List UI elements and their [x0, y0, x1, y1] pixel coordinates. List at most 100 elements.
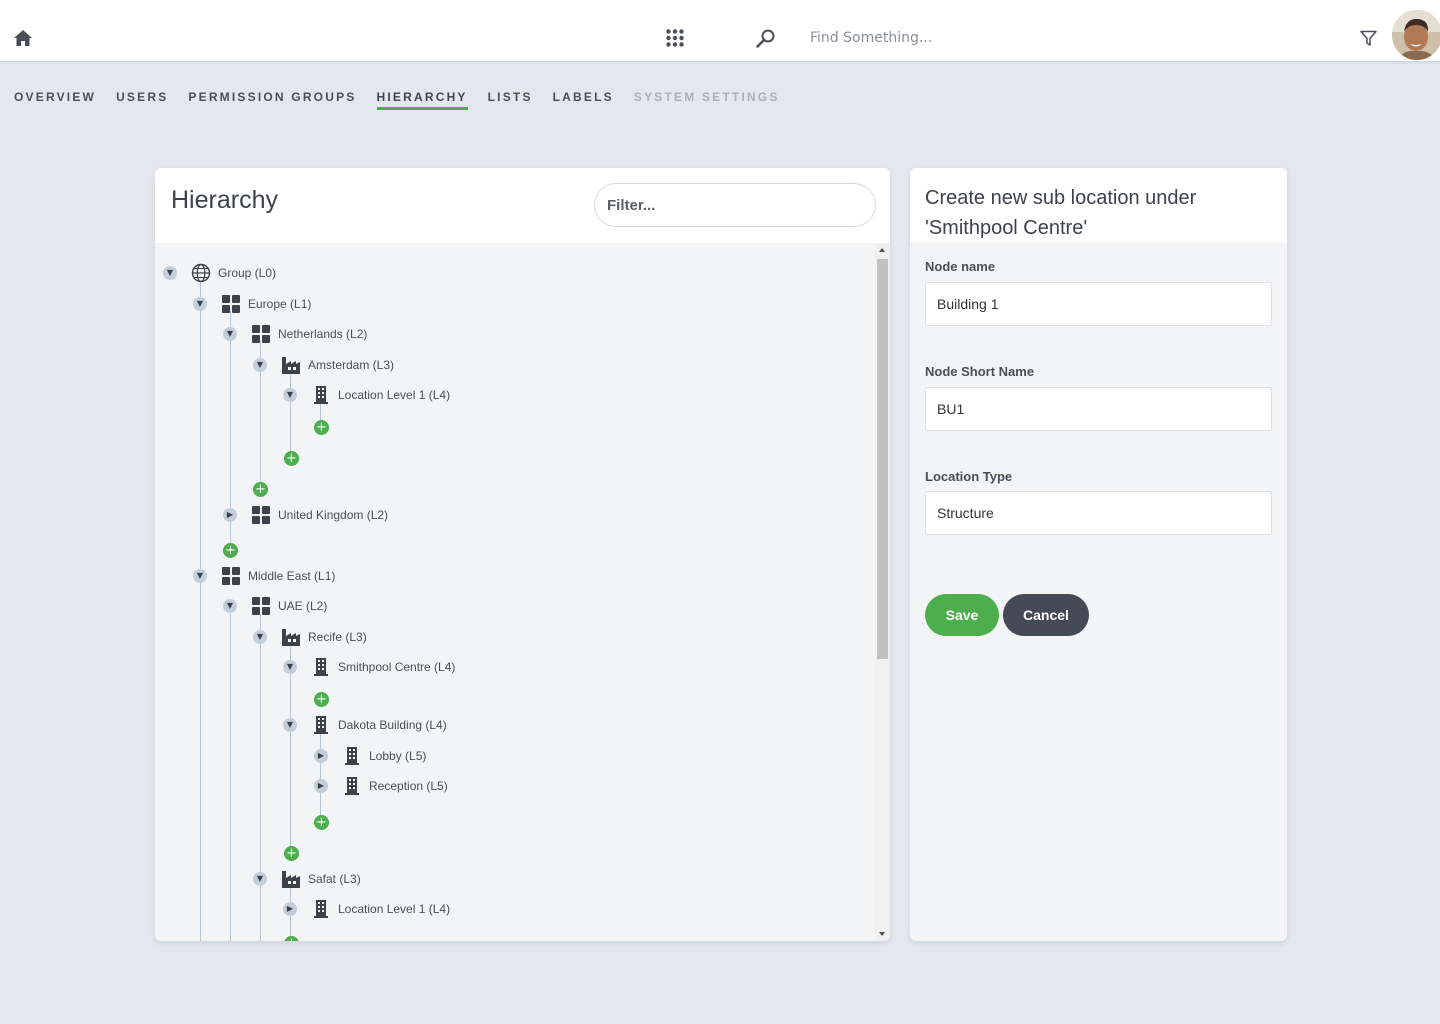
- building-icon: [311, 715, 331, 735]
- add-child-button[interactable]: +: [284, 451, 299, 466]
- tree-node-europe[interactable]: ▼ Europe (L1): [193, 293, 311, 315]
- grid-icon: [251, 505, 271, 525]
- tree-node-label[interactable]: Recife (L3): [308, 630, 367, 644]
- factory-icon: [281, 355, 301, 375]
- collapse-toggle-icon[interactable]: ▼: [253, 872, 267, 886]
- factory-icon: [281, 627, 301, 647]
- tree-node-middle-east[interactable]: ▼ Middle East (L1): [193, 565, 335, 587]
- building-icon: [311, 385, 331, 405]
- collapse-toggle-icon[interactable]: ▼: [223, 599, 237, 613]
- tree-node-dakota-building[interactable]: ▼ Dakota Building (L4): [283, 714, 447, 736]
- nav-tab-overview[interactable]: OVERVIEW: [14, 90, 96, 110]
- collapse-toggle-icon[interactable]: ▼: [283, 660, 297, 674]
- tree-node-label[interactable]: Safat (L3): [308, 872, 361, 886]
- add-child-button[interactable]: +: [284, 846, 299, 861]
- tree-node-label[interactable]: Location Level 1 (L4): [338, 388, 450, 402]
- search-icon[interactable]: [755, 28, 776, 49]
- grid-icon: [251, 596, 271, 616]
- collapse-toggle-icon[interactable]: ▼: [193, 297, 207, 311]
- nav-tab-hierarchy[interactable]: HIERARCHY: [376, 90, 468, 110]
- tree-connector-line: [260, 614, 261, 941]
- scrollbar-thumb[interactable]: [877, 259, 888, 659]
- nav-tab-permission-groups[interactable]: PERMISSION GROUPS: [188, 90, 356, 110]
- apps-grid-icon[interactable]: [666, 29, 684, 47]
- collapse-toggle-icon[interactable]: ▼: [253, 358, 267, 372]
- location-type-field[interactable]: [925, 491, 1272, 535]
- collapse-toggle-icon[interactable]: ▼: [163, 266, 177, 280]
- tree-node-location-level-1[interactable]: ▼ Location Level 1 (L4): [283, 384, 450, 406]
- building-icon: [342, 746, 362, 766]
- grid-icon: [221, 566, 241, 586]
- add-child-button[interactable]: +: [314, 815, 329, 830]
- grid-icon: [221, 294, 241, 314]
- building-icon: [311, 899, 331, 919]
- search-input[interactable]: [810, 26, 1110, 50]
- tree-connector-line: [230, 614, 231, 941]
- expand-toggle-icon[interactable]: ▶: [314, 779, 328, 793]
- top-bar: [0, 0, 1440, 61]
- tree-node-recife[interactable]: ▼ Recife (L3): [253, 626, 367, 648]
- nav-tab-system-settings: SYSTEM SETTINGS: [633, 90, 780, 104]
- grid-icon: [251, 324, 271, 344]
- expand-toggle-icon[interactable]: ▶: [314, 749, 328, 763]
- tree-node-label[interactable]: Middle East (L1): [248, 569, 335, 583]
- hierarchy-tree: ▼ Group (L0) ▼ Europe (L1) ▼ Netherlands…: [155, 243, 890, 941]
- create-location-panel: Create new sub location under 'Smithpool…: [910, 168, 1287, 941]
- main-nav: OVERVIEW USERS PERMISSION GROUPS HIERARC…: [14, 90, 800, 110]
- hierarchy-title: Hierarchy: [171, 186, 278, 214]
- tree-node-label[interactable]: Lobby (L5): [369, 749, 426, 763]
- add-child-button[interactable]: +: [223, 543, 238, 558]
- tree-node-united-kingdom[interactable]: ▶ United Kingdom (L2): [223, 504, 388, 526]
- node-short-name-label: Node Short Name: [925, 364, 1035, 379]
- tree-node-reception[interactable]: ▶ Reception (L5): [314, 775, 448, 797]
- tree-node-amsterdam[interactable]: ▼ Amsterdam (L3): [253, 354, 394, 376]
- tree-node-lobby[interactable]: ▶ Lobby (L5): [314, 745, 426, 767]
- avatar[interactable]: [1392, 10, 1440, 60]
- expand-toggle-icon[interactable]: ▶: [223, 508, 237, 522]
- node-name-field[interactable]: [925, 282, 1272, 326]
- filter-icon[interactable]: [1360, 30, 1377, 47]
- nav-tab-users[interactable]: USERS: [116, 90, 168, 110]
- add-child-button[interactable]: +: [314, 692, 329, 707]
- tree-node-label[interactable]: Location Level 1 (L4): [338, 902, 450, 916]
- building-icon: [311, 657, 331, 677]
- factory-icon: [281, 869, 301, 889]
- add-child-button[interactable]: +: [314, 420, 329, 435]
- tree-node-label[interactable]: UAE (L2): [278, 599, 327, 613]
- tree-node-label[interactable]: Dakota Building (L4): [338, 718, 447, 732]
- add-child-button[interactable]: +: [284, 936, 299, 941]
- tree-node-uae[interactable]: ▼ UAE (L2): [223, 595, 327, 617]
- nav-tab-labels[interactable]: LABELS: [553, 90, 614, 110]
- collapse-toggle-icon[interactable]: ▼: [223, 327, 237, 341]
- cancel-button[interactable]: Cancel: [1003, 594, 1089, 636]
- tree-scrollbar[interactable]: [875, 243, 890, 941]
- tree-node-label[interactable]: Group (L0): [218, 266, 276, 280]
- tree-node-netherlands[interactable]: ▼ Netherlands (L2): [223, 323, 367, 345]
- panel-title: Create new sub location under 'Smithpool…: [925, 187, 1197, 239]
- tree-node-label[interactable]: Netherlands (L2): [278, 327, 367, 341]
- collapse-toggle-icon[interactable]: ▼: [283, 388, 297, 402]
- collapse-toggle-icon[interactable]: ▼: [253, 630, 267, 644]
- tree-node-label[interactable]: Amsterdam (L3): [308, 358, 394, 372]
- tree-node-safat[interactable]: ▼ Safat (L3): [253, 868, 361, 890]
- add-child-button[interactable]: +: [253, 482, 268, 497]
- tree-node-label[interactable]: Reception (L5): [369, 779, 448, 793]
- scroll-up-arrow-icon[interactable]: [879, 248, 885, 252]
- save-button[interactable]: Save: [925, 594, 999, 636]
- tree-node-label[interactable]: Smithpool Centre (L4): [338, 660, 455, 674]
- nav-tab-lists[interactable]: LISTS: [488, 90, 533, 110]
- tree-node-label[interactable]: Europe (L1): [248, 297, 311, 311]
- tree-node-label[interactable]: United Kingdom (L2): [278, 508, 388, 522]
- location-type-label: Location Type: [925, 469, 1013, 484]
- node-short-name-field[interactable]: [925, 387, 1272, 431]
- home-icon[interactable]: [13, 28, 33, 48]
- collapse-toggle-icon[interactable]: ▼: [283, 718, 297, 732]
- tree-node-group[interactable]: ▼ Group (L0): [163, 262, 276, 284]
- expand-toggle-icon[interactable]: ▶: [283, 902, 297, 916]
- panel-header: Create new sub location under 'Smithpool…: [910, 168, 1287, 242]
- collapse-toggle-icon[interactable]: ▼: [193, 569, 207, 583]
- scroll-down-arrow-icon[interactable]: [879, 932, 885, 936]
- tree-node-smithpool-centre[interactable]: ▼ Smithpool Centre (L4): [283, 656, 455, 678]
- hierarchy-filter-input[interactable]: [594, 183, 876, 227]
- tree-node-safat-location-level-1[interactable]: ▶ Location Level 1 (L4): [283, 898, 450, 920]
